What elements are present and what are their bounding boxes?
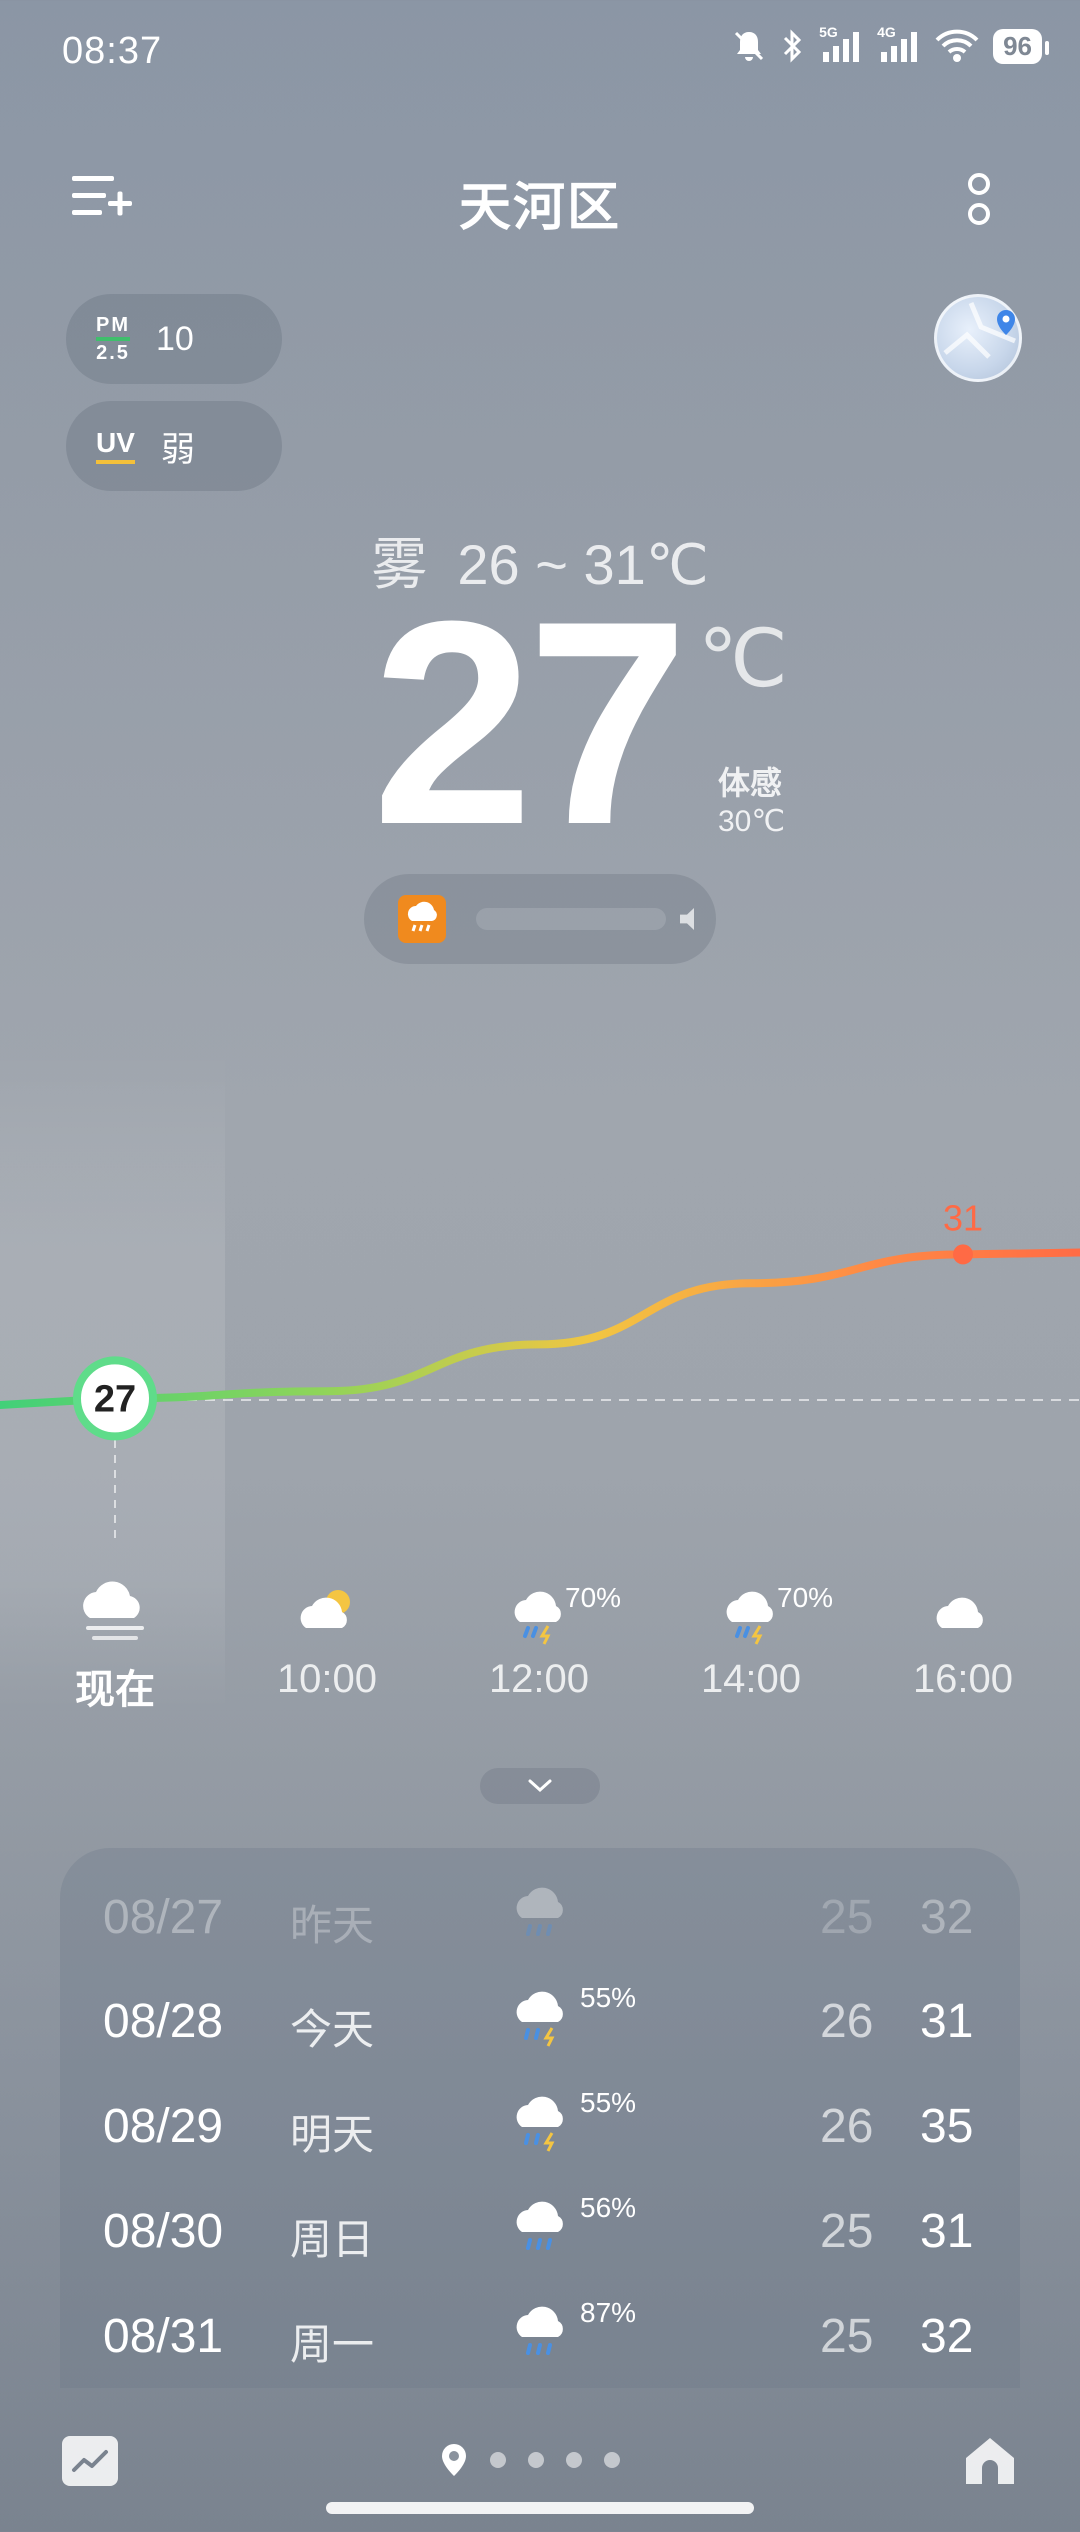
uv-pill[interactable]: UV 弱 — [66, 401, 282, 491]
hourly-forecast: 现在 10:00 70% 12:00 70% 14:00 16:00 — [25, 1578, 1080, 1728]
daily-date: 08/29 — [103, 2100, 224, 2153]
trend-button[interactable] — [62, 2436, 118, 2486]
current-temperature: 27 — [372, 561, 689, 885]
daily-row[interactable]: 08/31 周一 87% 25 32 — [60, 2291, 1020, 2381]
trend-chart-icon — [72, 2450, 108, 2472]
hour-label: 12:00 — [488, 1657, 590, 1701]
rain-cloud-icon — [516, 2201, 563, 2250]
daily-forecast-panel: 08/27 昨天 25 32 08/28 今天 55% 26 31 08/29 … — [60, 1848, 1020, 2388]
daily-row[interactable]: 08/29 明天 55% 26 35 — [60, 2081, 1020, 2171]
signal-4g-icon: 4G — [877, 24, 921, 64]
map-pin-icon — [943, 302, 1016, 359]
daily-high: 31 — [920, 1995, 974, 2048]
uv-label: UV — [96, 428, 135, 464]
daily-high: 32 — [920, 2310, 974, 2363]
daily-high: 31 — [920, 2205, 974, 2258]
hour-item-now[interactable]: 现在 — [25, 1578, 205, 1715]
daily-date: 08/30 — [103, 2205, 224, 2258]
rain-cloud-icon — [516, 2306, 563, 2355]
page-dot[interactable] — [490, 2452, 506, 2468]
hour-label: 16:00 — [912, 1657, 1014, 1701]
hour-item[interactable]: 70% 14:00 — [661, 1578, 841, 1702]
daily-row[interactable]: 08/30 周日 56% 25 31 — [60, 2186, 1020, 2276]
temperature-unit: ℃ — [698, 614, 788, 703]
home-indicator[interactable] — [326, 2502, 754, 2514]
alert-text — [476, 908, 666, 930]
rain-alert-icon — [398, 895, 446, 943]
expand-forecast-button[interactable] — [480, 1768, 600, 1804]
temperature-curve — [0, 1248, 1080, 1410]
uv-value: 弱 — [160, 430, 195, 469]
pm25-value: 10 — [156, 319, 194, 358]
weather-alert-pill[interactable] — [364, 874, 716, 964]
current-temp-marker-label: 27 — [94, 1378, 136, 1420]
pm25-pill[interactable]: PM 2.5 10 — [66, 294, 282, 384]
signal-5g-icon: 5G — [819, 24, 863, 64]
max-temp-label: 31 — [943, 1197, 983, 1238]
daily-low: 25 — [820, 2205, 874, 2258]
status-time: 08:37 — [62, 30, 163, 72]
daily-day-name: 周一 — [290, 2321, 375, 2368]
daily-precip: 55% — [580, 1982, 637, 2013]
hour-label: 10:00 — [276, 1657, 378, 1701]
map-button[interactable] — [934, 294, 1022, 382]
status-icons: 5G 4G 96 — [731, 24, 1049, 64]
page-dot[interactable] — [528, 2452, 544, 2468]
page-dot[interactable] — [604, 2452, 620, 2468]
daily-day-name: 周日 — [290, 2216, 375, 2263]
fog-cloud-icon — [83, 1581, 144, 1640]
thunder-rain-icon — [516, 1991, 563, 2047]
feels-like-value: 30℃ — [718, 805, 786, 838]
daily-day-name: 今天 — [290, 2006, 375, 2053]
daily-high: 35 — [920, 2100, 974, 2153]
chevron-down-icon — [528, 1779, 552, 1793]
hour-item[interactable]: 16:00 — [873, 1578, 1053, 1702]
page-dot[interactable] — [566, 2452, 582, 2468]
daily-precip: 56% — [580, 2192, 637, 2223]
daily-precip: 55% — [580, 2087, 637, 2118]
hour-item[interactable]: 70% 12:00 — [449, 1578, 629, 1702]
pm25-label: PM 2.5 — [96, 314, 130, 364]
city-page-indicator[interactable] — [440, 2442, 620, 2478]
daily-row[interactable]: 08/28 今天 55% 26 31 — [60, 1976, 1020, 2066]
daily-date: 08/28 — [103, 1995, 224, 2048]
rain-cloud-icon — [516, 1887, 563, 1936]
hour-precip: 70% — [565, 1582, 622, 1613]
daily-precip: 87% — [580, 2297, 637, 2328]
thunder-rain-icon — [516, 2096, 563, 2152]
daily-date: 08/27 — [103, 1891, 224, 1944]
hour-label: 14:00 — [700, 1657, 802, 1701]
daily-low: 26 — [820, 2100, 874, 2153]
hour-label: 现在 — [75, 1668, 155, 1712]
cloud-icon — [936, 1597, 983, 1628]
location-pin-icon — [442, 2444, 466, 2476]
home-icon[interactable] — [958, 2428, 1022, 2492]
daily-date: 08/31 — [103, 2310, 224, 2363]
bluetooth-icon — [784, 29, 802, 63]
partly-sunny-icon — [300, 1590, 350, 1628]
more-options-icon[interactable] — [964, 170, 994, 230]
daily-day-name: 昨天 — [290, 1902, 375, 1949]
city-title[interactable]: 天河区 — [0, 165, 1080, 240]
wifi-icon — [935, 29, 979, 62]
daily-low: 25 — [820, 1891, 874, 1944]
battery-indicator: 96 — [993, 28, 1049, 64]
daily-row[interactable]: 08/27 昨天 25 32 — [60, 1872, 1020, 1962]
feels-like-label: 体感 — [718, 765, 783, 801]
speaker-icon — [680, 908, 694, 930]
daily-low: 25 — [820, 2310, 874, 2363]
hour-precip: 70% — [777, 1582, 834, 1613]
daily-low: 26 — [820, 1995, 874, 2048]
daily-high: 32 — [920, 1891, 974, 1944]
mute-bell-icon — [735, 31, 764, 61]
max-temp-point — [953, 1244, 973, 1265]
hour-item[interactable]: 10:00 — [237, 1578, 417, 1702]
daily-day-name: 明天 — [290, 2111, 375, 2158]
temperature-chart: 31 27 — [0, 1197, 1080, 1540]
